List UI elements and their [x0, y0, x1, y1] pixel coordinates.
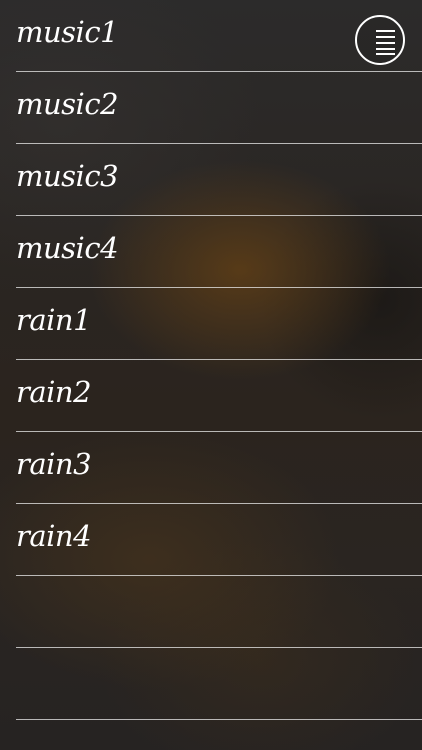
list-item-rain4[interactable]: rain4	[16, 504, 422, 576]
list-item-music4[interactable]: music4	[16, 216, 422, 288]
list-item-label: rain1	[16, 303, 92, 337]
list-item-empty[interactable]	[16, 648, 422, 720]
list-item-label: music1	[16, 15, 119, 49]
menu-button[interactable]	[355, 15, 405, 65]
list-item-rain2[interactable]: rain2	[16, 360, 422, 432]
list-item-rain1[interactable]: rain1	[16, 288, 422, 360]
list-item-label: music3	[16, 159, 119, 193]
list-item-empty[interactable]	[16, 576, 422, 648]
list-item-music2[interactable]: music2	[16, 72, 422, 144]
list-item-label: rain4	[16, 519, 92, 553]
list-item-rain3[interactable]: rain3	[16, 432, 422, 504]
list-item-label: music2	[16, 87, 119, 121]
sound-list: music1 music2 music3 music4 rain1 rain2 …	[16, 0, 422, 720]
list-item-label: music4	[16, 231, 119, 265]
list-item-music3[interactable]: music3	[16, 144, 422, 216]
list-item-label: rain2	[16, 375, 92, 409]
list-item-label: rain3	[16, 447, 92, 481]
